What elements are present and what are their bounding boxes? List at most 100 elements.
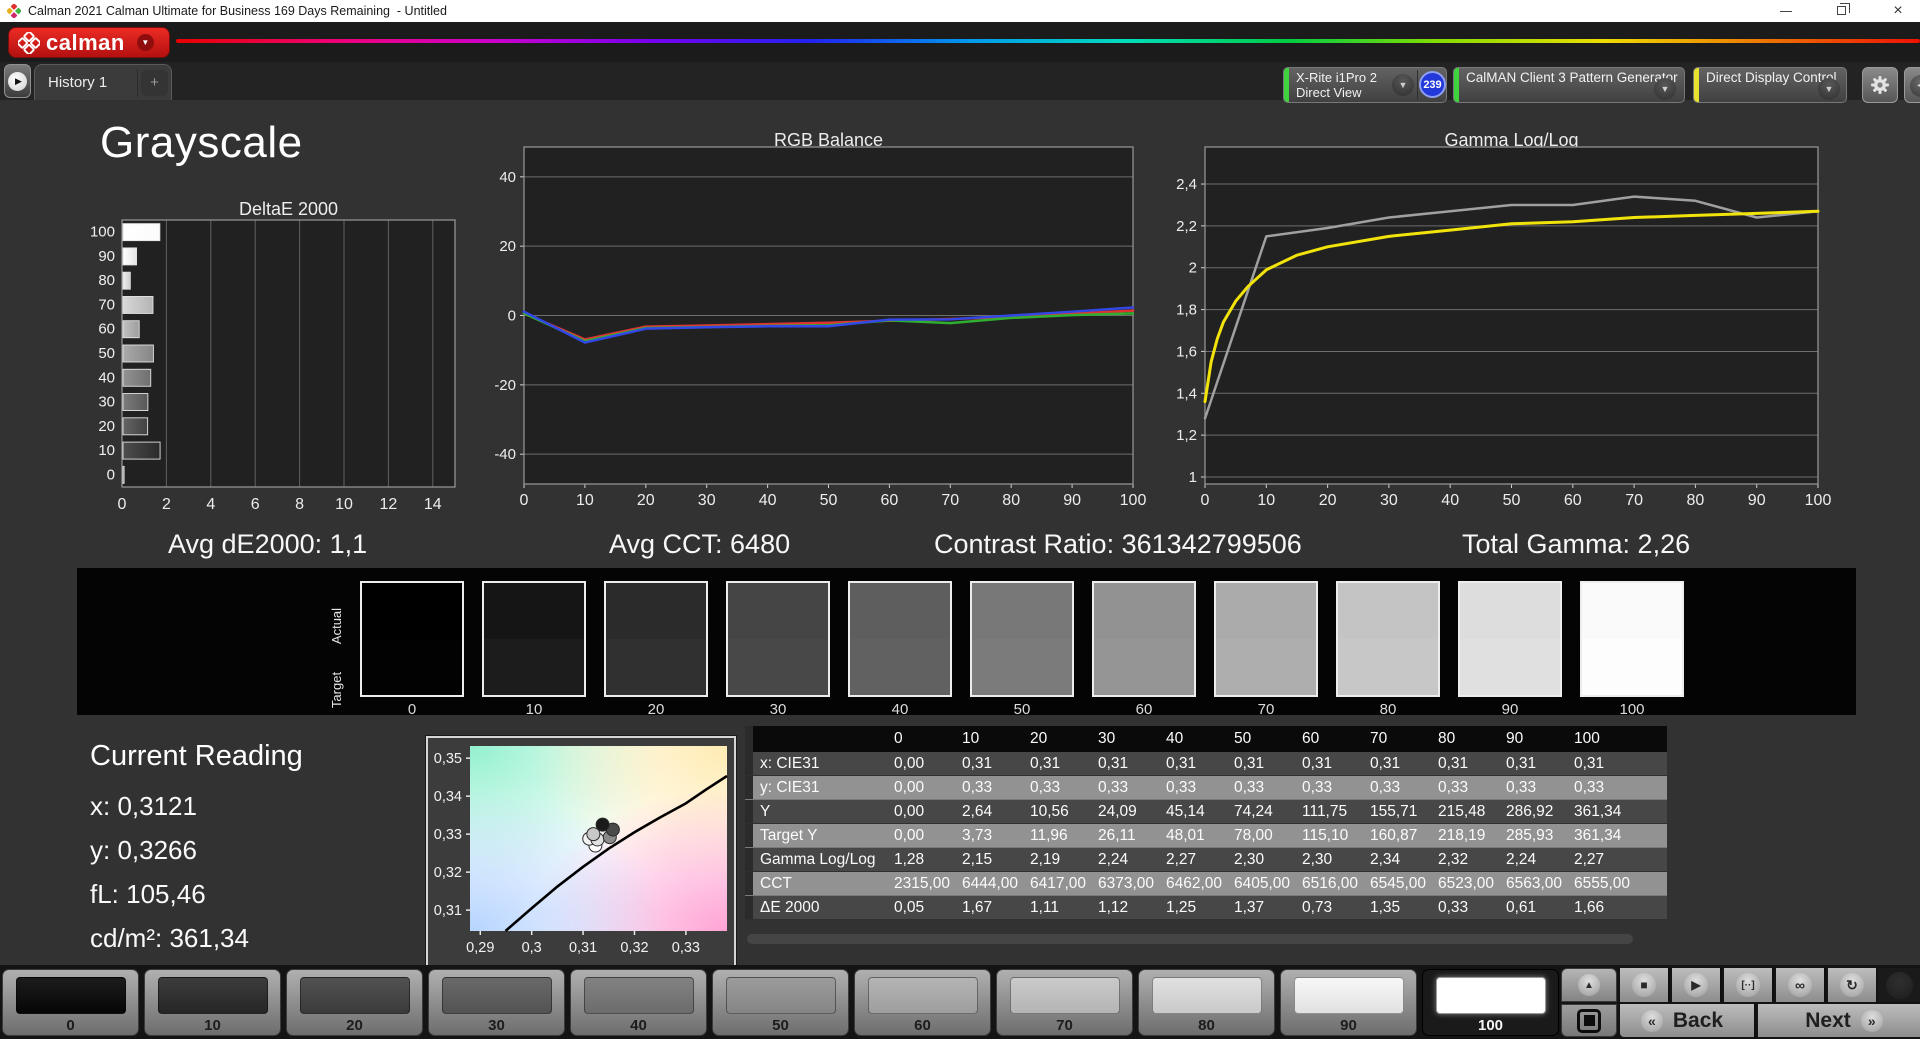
swatch-target-80 bbox=[1338, 639, 1438, 695]
panel-up-button[interactable]: ▲ bbox=[1561, 968, 1617, 1002]
grayscale-swatch-60 bbox=[1092, 581, 1196, 697]
cell-gamma-log-log-50: 2,30 bbox=[1227, 848, 1295, 872]
cell-y-50: 74,24 bbox=[1227, 800, 1295, 824]
svg-text:1,4: 1,4 bbox=[1176, 385, 1197, 402]
current-reading-y: y: 0,3266 bbox=[90, 835, 197, 865]
pattern-button-90[interactable]: 90 bbox=[1280, 969, 1417, 1036]
pattern-button-60[interactable]: 60 bbox=[854, 969, 991, 1036]
display-control-dropdown[interactable]: Direct Display Control ▼ bbox=[1693, 67, 1847, 103]
cell-y-70: 155,71 bbox=[1363, 800, 1431, 824]
next-chevron-icon: » bbox=[1860, 1009, 1883, 1032]
display-caret-icon: ▼ bbox=[1818, 78, 1840, 100]
current-reading-cdm2: cd/m²: 361,34 bbox=[90, 923, 249, 953]
restore-icon bbox=[1837, 3, 1850, 15]
svg-text:0,32: 0,32 bbox=[434, 865, 462, 881]
grayscale-swatch-20 bbox=[604, 581, 708, 697]
cell-gamma-log-log-10: 2,15 bbox=[955, 848, 1023, 872]
current-reading-fl: fL: 105,46 bbox=[90, 879, 206, 909]
row-label-gamma-log-log: Gamma Log/Log bbox=[753, 848, 887, 872]
svg-text:6: 6 bbox=[251, 496, 260, 513]
cell-gamma-log-log-60: 2,30 bbox=[1295, 848, 1363, 872]
row-label-x-cie31: x: CIE31 bbox=[753, 752, 887, 776]
collapse-panel-button[interactable]: ◀ bbox=[1904, 67, 1920, 103]
back-button[interactable]: « Back bbox=[1620, 1004, 1756, 1037]
tab-divider bbox=[137, 69, 138, 97]
svg-text:50: 50 bbox=[1503, 492, 1521, 509]
cell-x-cie31-0: 0,00 bbox=[887, 752, 955, 776]
add-tab-button[interactable]: + bbox=[141, 70, 168, 96]
swatch-actual-30 bbox=[728, 583, 828, 639]
swatch-level-label: 100 bbox=[1619, 701, 1645, 718]
rgb-balance-chart: 40 20 0 -20 -40 0 10 20 30 40 50 60 70 80 90 100 bbox=[494, 146, 1146, 509]
rainbow-accent-strip bbox=[176, 39, 1920, 43]
pattern-button-20[interactable]: 20 bbox=[286, 969, 423, 1036]
cell-y-cie31-0: 0,00 bbox=[887, 776, 955, 800]
infinity-icon: ∞ bbox=[1788, 973, 1812, 997]
tab-history-1[interactable]: History 1 bbox=[48, 74, 107, 91]
cell-y-cie31-60: 0,33 bbox=[1295, 776, 1363, 800]
svg-text:8: 8 bbox=[295, 496, 304, 513]
restore-button[interactable] bbox=[1820, 0, 1864, 22]
next-label: Next bbox=[1805, 1008, 1851, 1032]
swatch-actual-70 bbox=[1216, 583, 1316, 639]
continuous-read-button[interactable]: ∞ bbox=[1776, 968, 1826, 1002]
read-series-button[interactable]: [··] bbox=[1724, 968, 1774, 1002]
pattern-level-label: 30 bbox=[488, 1017, 505, 1034]
pattern-button-0[interactable]: 0 bbox=[2, 969, 139, 1036]
minimize-button[interactable] bbox=[1764, 0, 1808, 22]
row-label--e-2000: ΔE 2000 bbox=[753, 896, 887, 920]
svg-text:40: 40 bbox=[759, 492, 777, 509]
pattern-level-bar: ▲ ■ ▶ [··] ∞ ↻ « Back Next » 0 10 20 30 40 50… bbox=[0, 965, 1920, 1039]
pattern-button-100[interactable]: 100 bbox=[1422, 969, 1559, 1036]
stop-button[interactable]: ■ bbox=[1620, 968, 1670, 1002]
cell-target-y-100: 361,34 bbox=[1567, 824, 1667, 848]
measurement-table: 0 10 20 30 40 50 60 70 80 90 100 x: CIE31 0,00 0,31 0,… bbox=[745, 726, 1667, 920]
cell-target-y-30: 26,11 bbox=[1091, 824, 1159, 848]
pattern-button-50[interactable]: 50 bbox=[712, 969, 849, 1036]
row-gutter-y bbox=[745, 800, 753, 824]
stat-avg-cct: Avg CCT: 6480 bbox=[609, 529, 791, 559]
pattern-level-label: 10 bbox=[204, 1017, 221, 1034]
cell-cct-100: 6555,00 bbox=[1567, 872, 1667, 896]
row-gutter--e-2000 bbox=[745, 896, 753, 920]
pattern-button-40[interactable]: 40 bbox=[570, 969, 707, 1036]
refresh-button[interactable]: ↻ bbox=[1828, 968, 1876, 1002]
next-button[interactable]: Next » bbox=[1758, 1004, 1920, 1037]
grayscale-swatch-50 bbox=[970, 581, 1074, 697]
svg-text:2: 2 bbox=[162, 496, 171, 513]
pattern-button-70[interactable]: 70 bbox=[996, 969, 1133, 1036]
pattern-button-80[interactable]: 80 bbox=[1138, 969, 1275, 1036]
pattern-button-10[interactable]: 10 bbox=[144, 969, 281, 1036]
meter-dropdown[interactable]: X-Rite i1Pro 2 Direct View ▼ 239 bbox=[1283, 67, 1447, 103]
swatch-target-50 bbox=[972, 639, 1072, 695]
play-icon: ▶ bbox=[1684, 973, 1708, 997]
pattern-generator-dropdown[interactable]: CalMAN Client 3 Pattern Generator ▼ bbox=[1453, 67, 1685, 103]
grayscale-swatch-30 bbox=[726, 581, 830, 697]
pattern-button-30[interactable]: 30 bbox=[428, 969, 565, 1036]
pattern-swatch-40 bbox=[584, 977, 694, 1014]
svg-text:20: 20 bbox=[98, 418, 115, 435]
settings-button[interactable] bbox=[1862, 67, 1898, 103]
cell--e-2000-10: 1,67 bbox=[955, 896, 1023, 920]
close-button[interactable]: × bbox=[1876, 0, 1920, 22]
layout-nav-button[interactable]: ▶ bbox=[4, 64, 31, 98]
play-button[interactable]: ▶ bbox=[1672, 968, 1722, 1002]
svg-text:2: 2 bbox=[1189, 260, 1197, 277]
svg-text:100: 100 bbox=[90, 224, 115, 241]
row-label-target-y: Target Y bbox=[753, 824, 887, 848]
calman-menu-button[interactable]: calman ▼ bbox=[8, 27, 170, 58]
current-reading-x: x: 0,3121 bbox=[90, 791, 197, 821]
cell-y-cie31-10: 0,33 bbox=[955, 776, 1023, 800]
cell-y-cie31-50: 0,33 bbox=[1227, 776, 1295, 800]
pattern-window-button[interactable] bbox=[1561, 1004, 1617, 1037]
meter-count-badge[interactable]: 239 bbox=[1419, 71, 1446, 98]
pattern-status-strip bbox=[1454, 68, 1459, 102]
cell-x-cie31-70: 0,31 bbox=[1363, 752, 1431, 776]
swatch-actual-0 bbox=[362, 583, 462, 639]
table-scrollbar[interactable] bbox=[747, 934, 1633, 944]
cell-target-y-0: 0,00 bbox=[887, 824, 955, 848]
pattern-level-label: 100 bbox=[1477, 1017, 1504, 1034]
page-title: Grayscale bbox=[100, 118, 303, 167]
svg-text:10: 10 bbox=[1257, 492, 1275, 509]
svg-text:20: 20 bbox=[637, 492, 655, 509]
